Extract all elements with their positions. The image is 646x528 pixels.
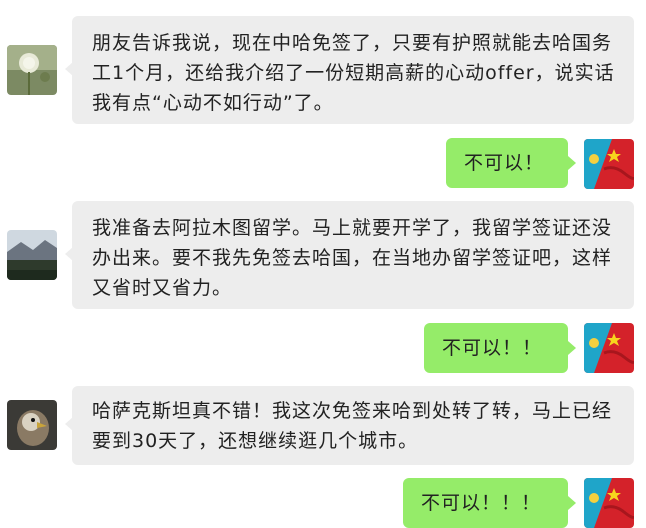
message-text: 不可以！: [464, 152, 545, 174]
chat-bubble-outgoing[interactable]: 不可以！！！: [403, 478, 568, 528]
message-text: 不可以！！！: [421, 492, 542, 514]
chat-bubble-outgoing[interactable]: 不可以！: [446, 138, 568, 188]
chat-bubble-incoming[interactable]: 哈萨克斯坦真不错！我这次免签来哈到处转了转，马上已经要到30天了，还想继续逛几个…: [72, 386, 634, 465]
flags-avatar-icon[interactable]: [584, 323, 634, 373]
chat-bubble-outgoing[interactable]: 不可以！！: [424, 323, 568, 373]
message-text: 不可以！！: [442, 337, 543, 359]
mountain-avatar-icon[interactable]: [7, 230, 57, 280]
message-text: 我准备去阿拉木图留学。马上就要开学了，我留学签证还没办出来。要不我先免签去哈国，…: [92, 217, 613, 299]
chat-bubble-incoming[interactable]: 我准备去阿拉木图留学。马上就要开学了，我留学签证还没办出来。要不我先免签去哈国，…: [72, 201, 634, 309]
chat-bubble-incoming[interactable]: 朋友告诉我说，现在中哈免签了，只要有护照就能去哈国务工1个月，还给我介绍了一份短…: [72, 16, 634, 124]
flags-avatar-icon[interactable]: [584, 139, 634, 189]
bubble-tail: [568, 341, 576, 355]
flags-avatar-icon[interactable]: [584, 478, 634, 528]
bubble-tail: [568, 496, 576, 510]
bubble-tail: [568, 156, 576, 170]
eagle-avatar-icon[interactable]: [7, 400, 57, 450]
dandelion-avatar-icon[interactable]: [7, 45, 57, 95]
message-text: 朋友告诉我说，现在中哈免签了，只要有护照就能去哈国务工1个月，还给我介绍了一份短…: [92, 32, 615, 114]
message-text: 哈萨克斯坦真不错！我这次免签来哈到处转了转，马上已经要到30天了，还想继续逛几个…: [92, 400, 613, 452]
